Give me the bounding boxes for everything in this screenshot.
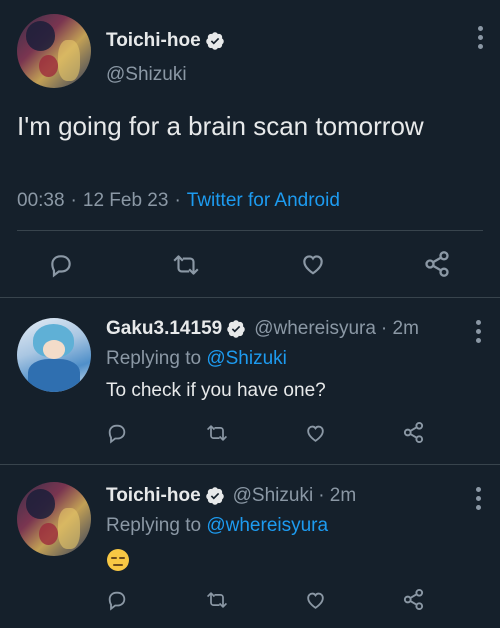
like-icon[interactable] [304,589,327,611]
reply-tweet[interactable]: Toichi-hoe @Shizuki · 2m Replying to @wh… [0,465,500,628]
share-icon[interactable] [423,250,451,278]
replying-to-mention[interactable]: @whereisyura [206,515,328,536]
share-icon[interactable] [402,421,425,444]
author-name-row: Toichi-hoe @Shizuki · 2m [106,485,356,507]
author-name-row: Toichi-hoe [106,30,225,52]
handle[interactable]: @Shizuki [233,485,314,507]
reply-icon[interactable] [48,252,74,278]
divider [17,230,483,231]
retweet-icon[interactable] [171,252,201,278]
tweet-text: I'm going for a brain scan tomorrow [17,111,424,141]
display-name[interactable]: Toichi-hoe [106,485,201,507]
like-icon[interactable] [304,422,327,444]
tweet-client-link[interactable]: Twitter for Android [187,190,340,212]
avatar[interactable] [17,482,91,556]
replying-to-mention[interactable]: @Shizuki [206,348,287,369]
display-name[interactable]: Gaku3.14159 [106,318,222,340]
tweet-actions [0,248,500,280]
reply-icon[interactable] [106,422,128,444]
tweet-time: 00:38 [17,190,65,211]
retweet-icon[interactable] [205,422,229,444]
replying-to-label: Replying to [106,348,202,369]
tweet-meta: 00:38 · 12 Feb 23 · Twitter for Android [17,190,340,212]
replying-to: Replying to @whereisyura [106,515,328,537]
avatar[interactable] [17,318,91,392]
author-name-row: Gaku3.14159 @whereisyura · 2m [106,318,419,340]
reply-text: To check if you have one? [106,380,326,401]
meta-separator: · [174,190,181,211]
tweet-date: 12 Feb 23 [82,190,169,211]
display-name[interactable]: Toichi-hoe [106,30,201,52]
handle[interactable]: @Shizuki [106,64,187,85]
like-icon[interactable] [299,251,327,277]
handle[interactable]: @whereisyura [254,318,376,340]
handle-row: @Shizuki [106,64,187,86]
retweet-icon[interactable] [205,589,229,611]
more-options-icon[interactable] [477,26,483,49]
timestamp: · 2m [318,485,357,506]
replying-to: Replying to @Shizuki [106,348,287,370]
main-tweet: Toichi-hoe @Shizuki I'm going for a brai… [0,0,500,298]
verified-badge-icon [205,487,224,505]
reply-icon[interactable] [106,589,128,611]
avatar[interactable] [17,14,91,88]
timestamp: · 2m [380,318,419,339]
meta-separator: · [70,190,77,211]
share-icon[interactable] [402,588,425,611]
reply-tweet[interactable]: Gaku3.14159 @whereisyura · 2m Replying t… [0,298,500,465]
more-options-icon[interactable] [475,487,481,510]
more-options-icon[interactable] [475,320,481,343]
verified-badge-icon [227,320,245,338]
replying-to-label: Replying to [106,515,202,536]
verified-badge-icon [205,32,224,50]
